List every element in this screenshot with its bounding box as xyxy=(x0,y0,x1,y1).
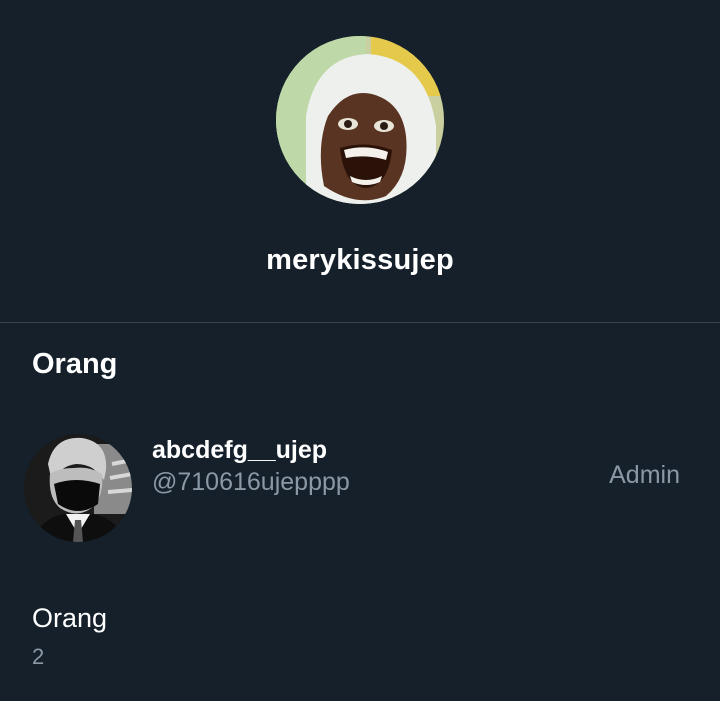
member-display-name: abcdefg__ujep xyxy=(152,436,328,464)
member-row[interactable]: abcdefg__ujep @710616ujepppp Admin xyxy=(0,420,720,560)
group-avatar[interactable] xyxy=(276,36,444,204)
section-divider xyxy=(0,322,720,323)
group-name: merykissujep xyxy=(266,244,454,276)
conversation-info-page: merykissujep Orang abcdefg__ujep @710616… xyxy=(0,0,720,701)
people-count-value: 2 xyxy=(32,644,45,669)
people-section-title: Orang xyxy=(32,348,118,380)
member-role-badge: Admin xyxy=(609,461,680,489)
member-handle: @710616ujepppp xyxy=(152,468,350,496)
people-count-label: Orang xyxy=(32,603,108,633)
group-avatar-photo-icon xyxy=(276,36,444,204)
member-avatar-photo-icon xyxy=(24,434,132,542)
member-avatar[interactable] xyxy=(24,434,132,542)
